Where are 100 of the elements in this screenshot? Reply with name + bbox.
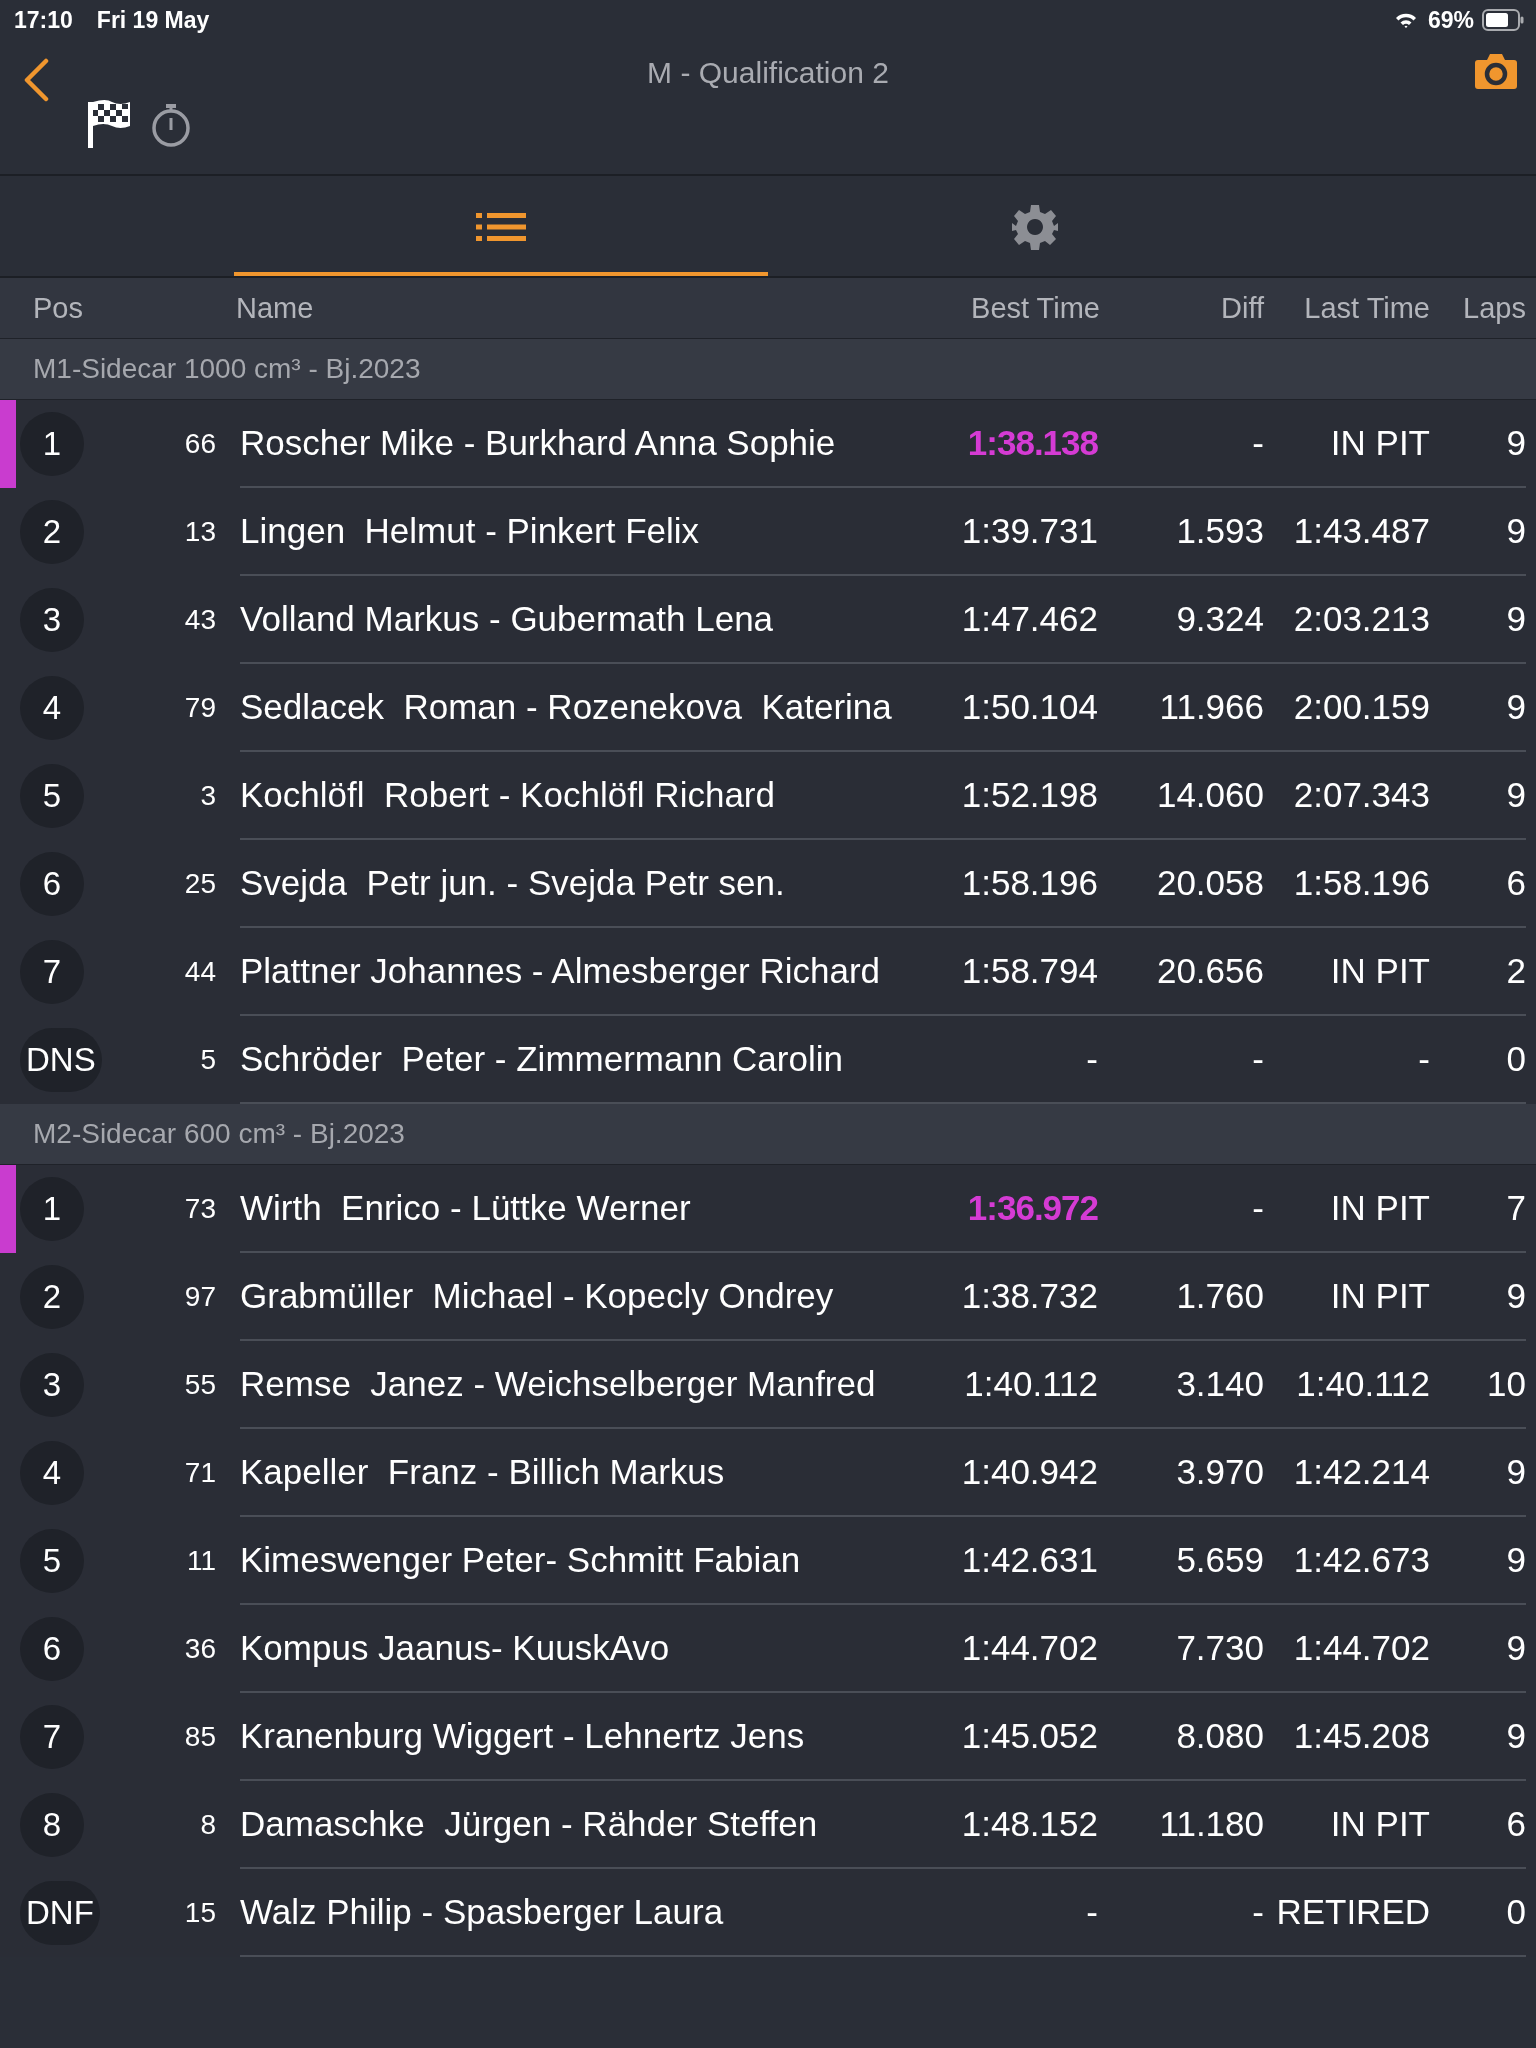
lap-count: 10 (1486, 1364, 1526, 1404)
column-header: Best Time (971, 291, 1100, 325)
gap-time: 1.760 (1175, 1276, 1264, 1316)
best-time: 1:52.198 (960, 775, 1098, 815)
gap-time: 5.659 (1175, 1540, 1264, 1580)
best-time: 1:42.631 (960, 1540, 1098, 1580)
checkered-flag-icon[interactable] (86, 98, 132, 148)
lap-count: 9 (1505, 1628, 1526, 1668)
last-time: IN PIT (1329, 951, 1430, 991)
gap-time: 9.324 (1175, 599, 1264, 639)
start-number: 43 (183, 603, 216, 637)
lap-count: 9 (1505, 511, 1526, 551)
lap-count: 9 (1505, 687, 1526, 727)
best-time: 1:36.972 (966, 1188, 1098, 1228)
last-time: - (1417, 1039, 1430, 1079)
lap-count: 9 (1505, 1716, 1526, 1756)
gap-time: 8.080 (1175, 1716, 1264, 1756)
gap-time: 7.730 (1175, 1628, 1264, 1668)
last-time: 2:03.213 (1292, 599, 1430, 639)
start-number: 44 (183, 955, 216, 989)
stopwatch-icon[interactable] (150, 102, 192, 148)
last-time: 2:00.159 (1292, 687, 1430, 727)
lap-count: 6 (1505, 863, 1526, 903)
column-header: Laps (1463, 291, 1526, 325)
last-time: IN PIT (1329, 1188, 1430, 1228)
start-number: 55 (183, 1368, 216, 1402)
start-number: 79 (183, 691, 216, 725)
start-number: 15 (183, 1896, 216, 1930)
position-badge: 1 (20, 1177, 84, 1241)
lap-count: 9 (1505, 423, 1526, 463)
best-time: 1:58.196 (960, 863, 1098, 903)
settings-icon (1012, 203, 1058, 250)
column-header: Last Time (1304, 291, 1430, 325)
position-badge: 2 (20, 1265, 84, 1329)
lap-count: 7 (1505, 1188, 1526, 1228)
last-time: RETIRED (1275, 1892, 1430, 1932)
rider-names: Volland Markus - Gubermath Lena (240, 599, 775, 639)
lap-count: 9 (1505, 599, 1526, 639)
start-number: 73 (183, 1192, 216, 1226)
gap-time: 14.060 (1155, 775, 1264, 815)
position-badge: DNF (20, 1881, 100, 1945)
rider-names: Kochlöfl Robert - Kochlöfl Richard (240, 775, 776, 815)
last-time: 1:58.196 (1292, 863, 1430, 903)
best-time: 1:50.104 (960, 687, 1098, 727)
rider-names: Remse Janez - Weichselberger Manfred (240, 1364, 877, 1404)
last-time: 2:07.343 (1292, 775, 1430, 815)
start-number: 3 (199, 779, 216, 813)
last-time: 1:42.214 (1292, 1452, 1430, 1492)
rider-names: Kompus Jaanus- KuuskAvo (240, 1628, 671, 1668)
class-header: M2-Sidecar 600 cm³ - Bj.2023 (0, 1104, 1536, 1165)
start-number: 66 (183, 427, 216, 461)
position-badge: 4 (20, 1441, 84, 1505)
gap-time: 20.656 (1155, 951, 1264, 991)
best-time: 1:39.731 (960, 511, 1098, 551)
last-time: IN PIT (1329, 423, 1430, 463)
battery-icon (1482, 9, 1524, 31)
lap-count: 9 (1505, 1540, 1526, 1580)
best-time: 1:58.794 (960, 951, 1098, 991)
rider-names: Kapeller Franz - Billich Markus (240, 1452, 726, 1492)
position-badge: 6 (20, 1617, 84, 1681)
rider-names: Roscher Mike - Burkhard Anna Sophie (240, 423, 837, 463)
list-icon (476, 210, 526, 243)
rider-names: Lingen Helmut - Pinkert Felix (240, 511, 701, 551)
best-time: 1:45.052 (960, 1716, 1098, 1756)
last-time: IN PIT (1329, 1276, 1430, 1316)
last-time: 1:44.702 (1292, 1628, 1430, 1668)
start-number: 36 (183, 1632, 216, 1666)
gap-time: - (1251, 1892, 1264, 1932)
position-badge: 1 (20, 412, 84, 476)
gap-time: 3.970 (1175, 1452, 1264, 1492)
column-header: Pos (33, 291, 83, 325)
rider-names: Walz Philip - Spasberger Laura (240, 1892, 725, 1932)
rider-names: Kimeswenger Peter- Schmitt Fabian (240, 1540, 802, 1580)
lap-count: 9 (1505, 775, 1526, 815)
best-time: 1:48.152 (960, 1804, 1098, 1844)
start-number: 5 (199, 1043, 216, 1077)
position-badge: DNS (20, 1028, 102, 1092)
gap-time: 20.058 (1155, 863, 1264, 903)
rider-names: Wirth Enrico - Lüttke Werner (240, 1188, 692, 1228)
best-time: 1:38.138 (966, 423, 1098, 463)
rider-names: Kranenburg Wiggert - Lehnertz Jens (240, 1716, 806, 1756)
start-number: 85 (183, 1720, 216, 1754)
best-time: - (1085, 1039, 1098, 1079)
lap-count: 2 (1505, 951, 1526, 991)
position-badge: 4 (20, 676, 84, 740)
position-badge: 6 (20, 852, 84, 916)
best-time: 1:47.462 (960, 599, 1098, 639)
gap-time: - (1251, 1188, 1264, 1228)
lap-count: 6 (1505, 1804, 1526, 1844)
rider-names: Plattner Johannes - Almesberger Richard (240, 951, 882, 991)
lap-count: 9 (1505, 1452, 1526, 1492)
battery-percent: 69% (1427, 6, 1474, 34)
best-time: 1:38.732 (960, 1276, 1098, 1316)
rider-names: Damaschke Jürgen - Rähder Steffen (240, 1804, 819, 1844)
last-time: IN PIT (1329, 1804, 1430, 1844)
screen-title: M - Qualification 2 (647, 56, 889, 90)
lap-count: 9 (1505, 1276, 1526, 1316)
gap-time: 3.140 (1175, 1364, 1264, 1404)
position-badge: 2 (20, 500, 84, 564)
gap-time: - (1251, 1039, 1264, 1079)
